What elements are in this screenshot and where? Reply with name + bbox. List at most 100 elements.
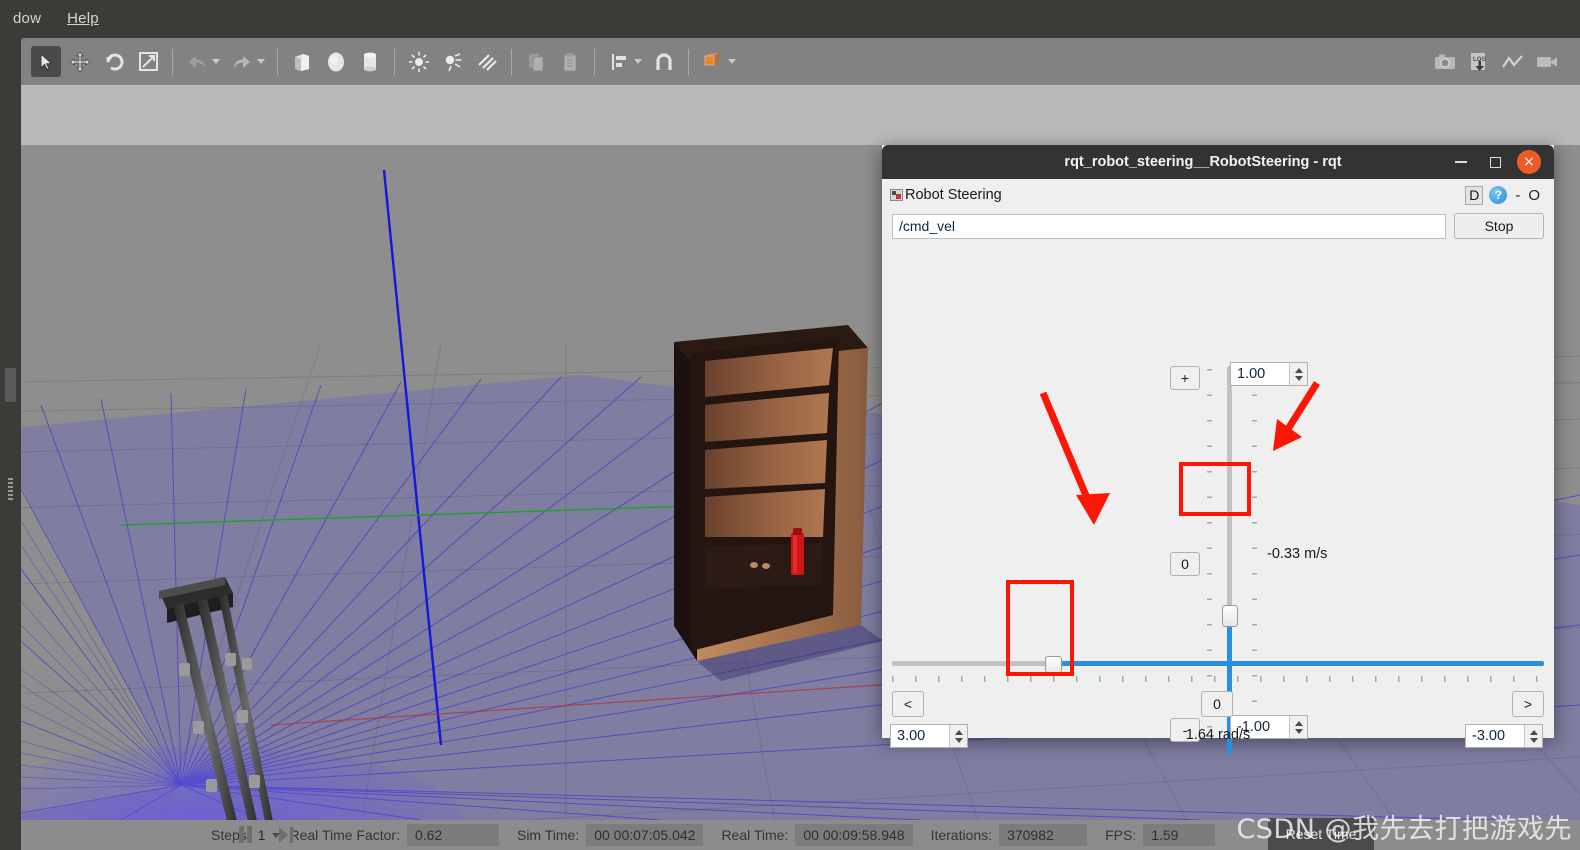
topic-input[interactable] [892, 213, 1446, 239]
insert-spot-light-button[interactable] [438, 46, 468, 77]
screenshot-button[interactable] [1430, 46, 1460, 77]
gazebo-menubar: dow Help [0, 0, 1580, 38]
dock-button[interactable]: D [1465, 185, 1484, 205]
linear-slider-ticks-right [1252, 369, 1257, 749]
sim-time-value: 00 00:07:05.042 [586, 824, 704, 846]
angular-slider-fill [1060, 661, 1544, 666]
plugin-title: Robot Steering [905, 187, 1002, 203]
toolbar-divider [594, 48, 595, 75]
spot-light-icon [442, 51, 464, 73]
linear-max-spinbox[interactable]: 1.00 [1230, 362, 1308, 386]
view-cube-icon [702, 51, 724, 73]
help-icon[interactable]: ? [1489, 186, 1508, 204]
topic-row: Stop [882, 207, 1554, 239]
real-time-label: Real Time: [721, 827, 789, 843]
copy-button[interactable] [521, 46, 551, 77]
scale-icon [138, 51, 159, 72]
rqt-titlebar[interactable]: rqt_robot_steering__RobotSteering - rqt … [882, 145, 1554, 179]
menu-item-help[interactable]: Help [54, 0, 112, 38]
rotate-mode-button[interactable] [99, 46, 129, 77]
plugin-close-button[interactable]: O [1528, 187, 1544, 204]
log-record-button[interactable]: LOG [1464, 46, 1494, 77]
camera-icon [1433, 52, 1457, 72]
close-icon: × [1517, 150, 1541, 174]
view-angle-dropdown-caret-icon[interactable] [728, 59, 736, 64]
insert-sphere-button[interactable] [321, 46, 351, 77]
angular-right-button[interactable]: > [1512, 691, 1544, 717]
insert-point-light-button[interactable] [404, 46, 434, 77]
align-icon [608, 51, 630, 73]
redo-arrow-icon [231, 52, 253, 72]
cursor-arrow-icon [36, 52, 56, 72]
rqt-robot-steering-window[interactable]: rqt_robot_steering__RobotSteering - rqt … [882, 145, 1554, 754]
copy-icon [525, 51, 547, 73]
real-time-factor-value: 0.62 [406, 824, 499, 846]
csdn-watermark: CSDN @我先去打把游戏先 [1236, 814, 1572, 845]
splitter-grip[interactable] [5, 368, 16, 402]
insert-cylinder-button[interactable] [355, 46, 385, 77]
stop-button[interactable]: Stop [1454, 213, 1544, 239]
angular-slider-ticks [892, 676, 1544, 682]
insert-box-button[interactable] [287, 46, 317, 77]
minimize-button[interactable] [1444, 145, 1478, 179]
angular-zero-button[interactable]: 0 [1201, 691, 1233, 717]
video-record-button[interactable] [1532, 46, 1562, 77]
scale-mode-button[interactable] [133, 46, 163, 77]
step-button[interactable] [279, 827, 293, 843]
log-download-icon: LOG [1468, 51, 1491, 73]
snap-button[interactable] [649, 46, 679, 77]
view-angle-button[interactable] [698, 46, 728, 77]
step-forward-icon [279, 827, 288, 843]
splitter-dots-icon [8, 478, 13, 500]
toolbar-divider [688, 48, 689, 75]
menu-item-help-label: Help [67, 10, 99, 27]
stepper-down-icon[interactable] [1529, 737, 1538, 743]
linear-zero-button[interactable]: 0 [1170, 552, 1200, 576]
plugin-minimize-button[interactable]: - [1513, 187, 1522, 204]
toolbar-divider [172, 48, 173, 75]
angular-slider-handle-highlight [1006, 580, 1074, 676]
redo-dropdown-caret-icon[interactable] [257, 59, 265, 64]
sphere-icon [325, 51, 347, 73]
menu-item-window[interactable]: dow [0, 0, 54, 38]
paste-button[interactable] [555, 46, 585, 77]
redo-button[interactable] [227, 46, 257, 77]
undo-dropdown-caret-icon[interactable] [212, 59, 220, 64]
linear-increase-button[interactable]: + [1170, 366, 1200, 390]
angular-velocity-readout: 1.64 rad/s [1185, 727, 1251, 743]
plugin-icon [890, 189, 903, 201]
rotate-icon [104, 51, 125, 72]
linear-max-value: 1.00 [1237, 366, 1266, 382]
paste-icon [559, 51, 581, 73]
stepper-up-icon[interactable] [1294, 720, 1303, 726]
angular-min-spinbox[interactable]: -3.00 [1465, 724, 1543, 748]
translate-mode-button[interactable] [65, 46, 95, 77]
directional-light-icon [476, 51, 498, 73]
linear-max-stepper[interactable] [1289, 363, 1307, 385]
left-panel-splitter[interactable] [0, 38, 21, 850]
minimize-icon [1455, 161, 1467, 163]
linear-slider-handle[interactable] [1222, 605, 1238, 627]
plot-button[interactable] [1498, 46, 1528, 77]
box-icon [291, 51, 313, 73]
close-button[interactable]: × [1512, 145, 1546, 179]
pause-button[interactable] [239, 826, 252, 843]
align-button[interactable] [604, 46, 634, 77]
stepper-down-icon[interactable] [1294, 375, 1303, 381]
undo-button[interactable] [182, 46, 212, 77]
align-dropdown-caret-icon[interactable] [634, 59, 642, 64]
rqt-window-title: rqt_robot_steering__RobotSteering - rqt [1064, 154, 1342, 170]
fps-label: FPS: [1105, 827, 1137, 843]
insert-directional-light-button[interactable] [472, 46, 502, 77]
select-mode-button[interactable] [31, 46, 61, 77]
stepper-up-icon[interactable] [1294, 367, 1303, 373]
angular-min-stepper[interactable] [1524, 725, 1542, 747]
toolbar-divider [394, 48, 395, 75]
real-time-factor-label: Real Time Factor: [289, 827, 400, 843]
angular-left-button[interactable]: < [892, 691, 924, 717]
angular-velocity-slider[interactable] [892, 656, 1544, 673]
maximize-button[interactable] [1478, 145, 1512, 179]
toolbar-divider [277, 48, 278, 75]
stepper-up-icon[interactable] [1529, 729, 1538, 735]
gazebo-toolbar: LOG [21, 38, 1580, 85]
